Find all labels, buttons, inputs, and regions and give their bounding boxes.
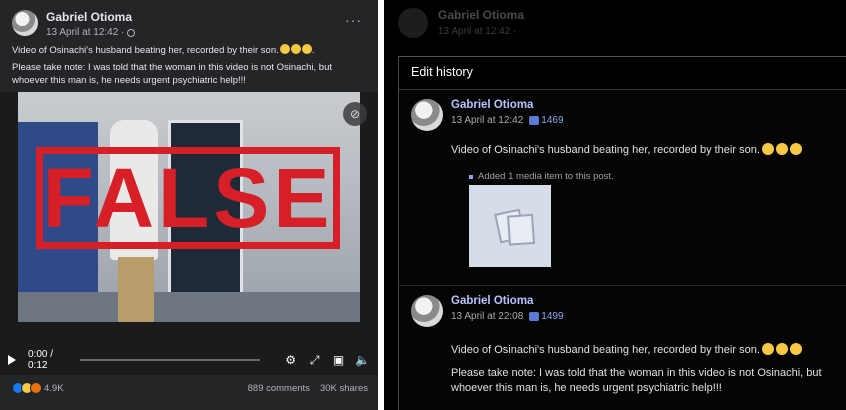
fullscreen-icon[interactable]: ⤢ xyxy=(307,353,322,367)
sad-emoji-icon xyxy=(301,44,312,54)
entry-separator xyxy=(399,285,846,286)
crying-emoji-icon xyxy=(761,343,774,355)
crying-emoji-icon xyxy=(789,343,802,355)
pip-icon[interactable]: ▣ xyxy=(331,353,346,367)
entry-likes[interactable]: 1499 xyxy=(541,311,563,322)
comments-count[interactable]: 889 comments xyxy=(248,383,310,394)
entry-text: Video of Osinachi's husband beating her,… xyxy=(451,343,822,394)
edit-entry: Gabriel Otioma 13 April at 22:08 1499 Vi… xyxy=(399,295,846,410)
modal-title: Edit history xyxy=(399,57,846,90)
post-time[interactable]: 13 April at 12:42 · xyxy=(46,27,124,38)
background-time: 13 April at 12:42 · xyxy=(438,26,517,37)
post-text-line-2: Please take note: I was told that the wo… xyxy=(12,62,333,86)
thumb-icon xyxy=(529,116,540,125)
crying-emoji-icon xyxy=(789,143,802,155)
media-placeholder-icon[interactable] xyxy=(469,185,551,267)
entry-avatar[interactable] xyxy=(411,99,443,131)
entry-text: Video of Osinachi's husband beating her,… xyxy=(451,143,841,166)
eye-slash-icon[interactable]: ⊘ xyxy=(343,102,367,126)
crying-emoji-icon xyxy=(775,143,788,155)
false-label: FALSE xyxy=(42,151,334,245)
volume-icon[interactable]: 🔈 xyxy=(355,353,370,367)
settings-icon[interactable]: ⚙ xyxy=(283,353,298,367)
thumb-icon xyxy=(529,312,540,321)
play-icon[interactable] xyxy=(8,355,16,365)
background-avatar xyxy=(398,8,428,38)
globe-icon xyxy=(127,28,136,37)
angry-icon xyxy=(30,382,42,394)
entry-time: 13 April at 22:08 xyxy=(451,311,524,322)
sad-emoji-icon xyxy=(290,44,301,54)
edit-history-modal: Edit history Gabriel Otioma 13 April at … xyxy=(398,56,846,410)
video-time: 0:00 / 0:12 xyxy=(28,349,54,371)
entry-avatar[interactable] xyxy=(411,295,443,327)
video-player[interactable]: FALSE ⊘ 0:00 / 0:12 ⚙ ⤢ ▣ 🔈 xyxy=(0,92,378,375)
video-progress-bar[interactable] xyxy=(80,359,261,361)
post-header: Gabriel Otioma 13 April at 12:42 · xyxy=(12,10,136,38)
entry-author[interactable]: Gabriel Otioma xyxy=(451,99,564,111)
author-avatar[interactable] xyxy=(12,10,38,36)
shares-count[interactable]: 30K shares xyxy=(320,383,368,394)
edit-history-panel: Gabriel Otioma 13 April at 12:42 · Edit … xyxy=(384,0,846,410)
edit-entry: Gabriel Otioma 13 April at 12:42 1469 Vi… xyxy=(399,99,846,299)
background-author: Gabriel Otioma xyxy=(438,8,525,22)
post-footer: 4.9K 889 comments 30K shares xyxy=(12,382,368,394)
entry-likes[interactable]: 1469 xyxy=(541,115,563,126)
post-text: Video of Osinachi's husband beating her,… xyxy=(12,44,367,91)
entry-author[interactable]: Gabriel Otioma xyxy=(451,295,564,307)
more-icon[interactable]: ··· xyxy=(345,12,362,28)
post-author[interactable]: Gabriel Otioma xyxy=(46,10,135,24)
reactions[interactable] xyxy=(12,382,42,394)
crying-emoji-icon xyxy=(761,143,774,155)
post-time-row: 13 April at 12:42 · xyxy=(46,27,136,38)
entry-change-note: Added 1 media item to this post. xyxy=(469,171,614,182)
entry-time: 13 April at 12:42 xyxy=(451,115,524,126)
post-text-line-1: Video of Osinachi's husband beating her,… xyxy=(12,44,315,56)
video-controls: 0:00 / 0:12 ⚙ ⤢ ▣ 🔈 xyxy=(0,348,378,372)
crying-emoji-icon xyxy=(775,343,788,355)
background-post-header: Gabriel Otioma 13 April at 12:42 · xyxy=(398,8,524,38)
post-meta: Gabriel Otioma 13 April at 12:42 · xyxy=(46,10,136,38)
sad-emoji-icon xyxy=(279,44,290,54)
facebook-post: Gabriel Otioma 13 April at 12:42 · ··· V… xyxy=(0,0,378,410)
reactions-count[interactable]: 4.9K xyxy=(44,383,64,394)
false-stamp: FALSE xyxy=(36,147,340,249)
